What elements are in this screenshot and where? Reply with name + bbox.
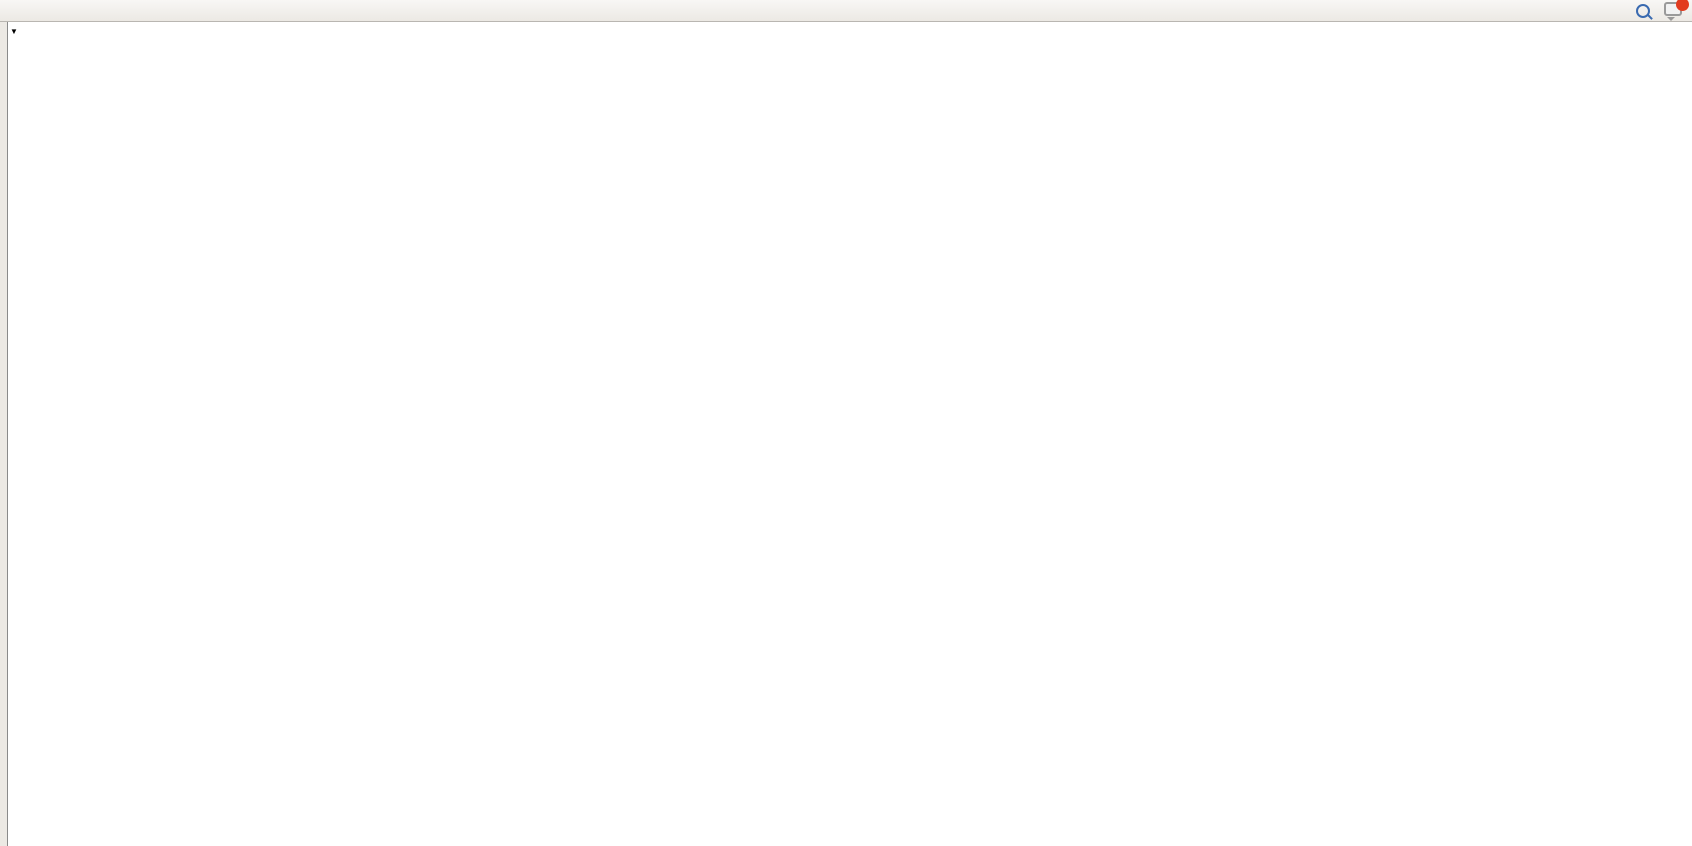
chart-canvas[interactable]: [0, 0, 1692, 846]
symbol-dropdown-icon[interactable]: ▼: [10, 27, 18, 36]
chat-button[interactable]: [1664, 2, 1682, 21]
window-left-border: [0, 22, 8, 846]
notification-badge: [1676, 0, 1689, 11]
toolbar-right-cluster: [1636, 0, 1682, 22]
symbol-quote-line[interactable]: ▼: [10, 25, 22, 37]
search-icon[interactable]: [1636, 4, 1650, 18]
main-toolbar: [0, 0, 1692, 22]
